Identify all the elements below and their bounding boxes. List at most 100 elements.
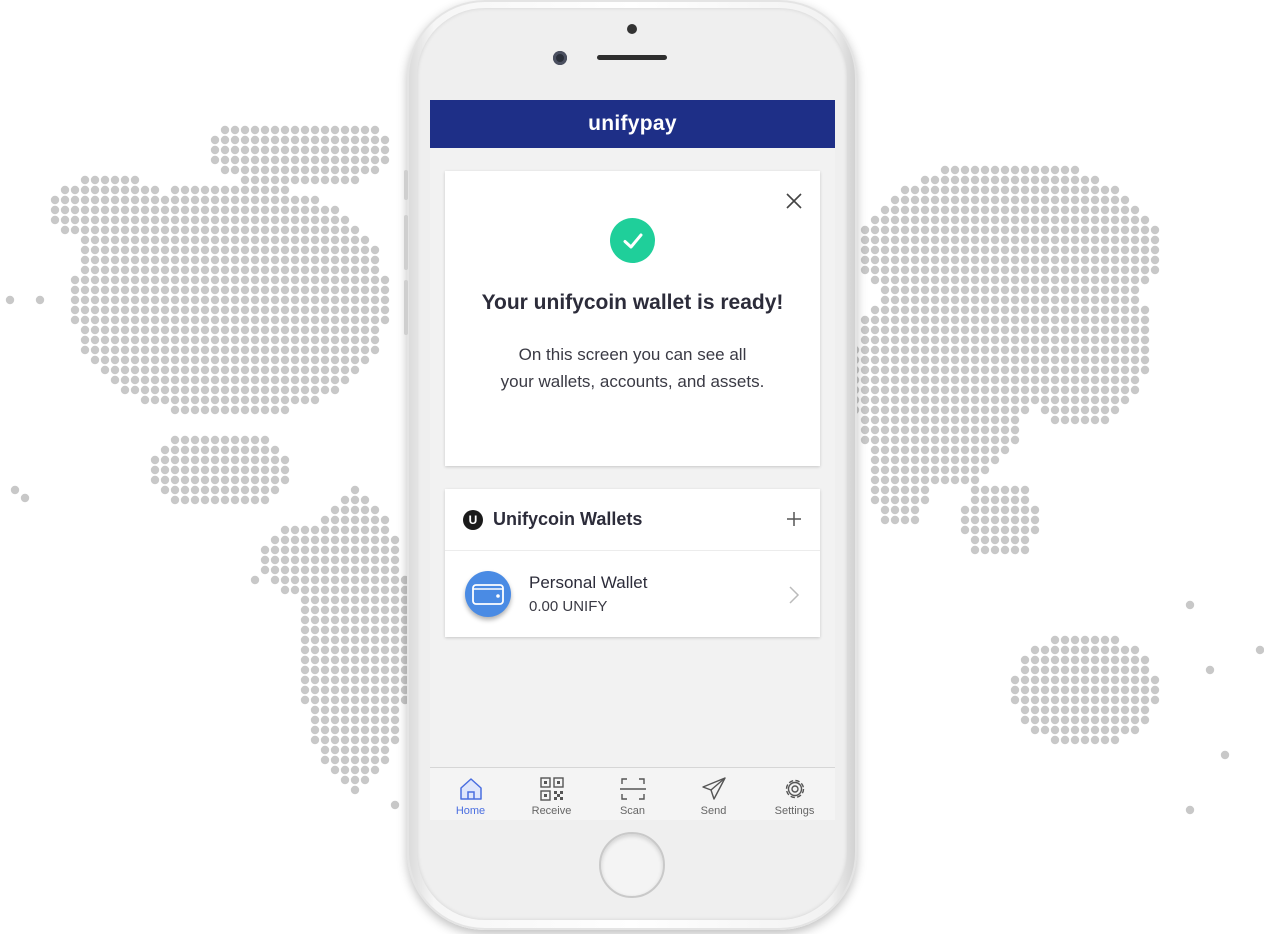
map-dot (1050, 645, 1060, 655)
map-dot (1130, 375, 1140, 385)
map-dot (1010, 285, 1020, 295)
map-dot (90, 315, 100, 325)
map-dot (1040, 325, 1050, 335)
map-dot (350, 665, 360, 675)
map-dot (900, 515, 910, 525)
map-dot (320, 205, 330, 215)
map-dot (310, 305, 320, 315)
map-dot (350, 365, 360, 375)
map-dot (900, 455, 910, 465)
map-dot (300, 195, 310, 205)
map-dot (1060, 645, 1070, 655)
map-dot (1080, 655, 1090, 665)
map-dot (890, 215, 900, 225)
map-dot (1130, 305, 1140, 315)
map-dot (900, 205, 910, 215)
close-icon[interactable] (784, 191, 804, 211)
map-dot (930, 475, 940, 485)
map-dot (870, 255, 880, 265)
map-dot (310, 295, 320, 305)
map-dot (170, 245, 180, 255)
volume-up-button (404, 215, 408, 270)
map-dot (1040, 375, 1050, 385)
nav-receive[interactable]: Receive (511, 768, 592, 820)
map-dot (930, 215, 940, 225)
map-dot (900, 405, 910, 415)
map-dot (210, 465, 220, 475)
map-dot (1040, 205, 1050, 215)
map-dot (980, 285, 990, 295)
map-dot (1100, 395, 1110, 405)
wallet-list-item[interactable]: Personal Wallet 0.00 UNIFY (445, 551, 820, 637)
map-dot (320, 155, 330, 165)
map-dot (110, 175, 120, 185)
map-dot (50, 195, 60, 205)
map-dot (1070, 295, 1080, 305)
map-dot (90, 325, 100, 335)
map-dot (170, 305, 180, 315)
map-dot (1010, 485, 1020, 495)
map-dot (360, 525, 370, 535)
map-dot (910, 345, 920, 355)
map-dot (190, 185, 200, 195)
home-hardware-button[interactable] (599, 832, 665, 898)
map-dot (1030, 675, 1040, 685)
map-dot (1120, 695, 1130, 705)
map-dot (340, 375, 350, 385)
map-dot (330, 375, 340, 385)
map-dot (1120, 205, 1130, 215)
map-dot (110, 375, 120, 385)
map-dot (970, 245, 980, 255)
map-dot (1140, 365, 1150, 375)
map-dot (200, 325, 210, 335)
map-dot (940, 335, 950, 345)
map-dot (1150, 235, 1160, 245)
map-dot (1000, 395, 1010, 405)
map-dot (380, 735, 390, 745)
map-dot (950, 435, 960, 445)
map-dot (310, 265, 320, 275)
map-dot (300, 525, 310, 535)
map-dot (340, 625, 350, 635)
nav-home[interactable]: Home (430, 768, 511, 820)
map-dot (210, 215, 220, 225)
map-dot (270, 135, 280, 145)
map-dot (150, 315, 160, 325)
map-dot (910, 405, 920, 415)
map-dot (280, 345, 290, 355)
map-dot (230, 395, 240, 405)
map-dot (930, 355, 940, 365)
map-dot (240, 205, 250, 215)
map-dot (190, 245, 200, 255)
map-dot (190, 195, 200, 205)
map-dot (910, 375, 920, 385)
map-dot (1000, 165, 1010, 175)
map-dot (1130, 325, 1140, 335)
map-dot (150, 475, 160, 485)
plus-icon[interactable] (784, 509, 804, 529)
map-dot (260, 385, 270, 395)
nav-scan[interactable]: Scan (592, 768, 673, 820)
map-dot (350, 735, 360, 745)
nav-settings[interactable]: Settings (754, 768, 835, 820)
map-dot (910, 275, 920, 285)
map-dot (330, 575, 340, 585)
map-dot (970, 265, 980, 275)
map-dot (910, 445, 920, 455)
map-dot (380, 545, 390, 555)
map-dot (220, 345, 230, 355)
map-dot (950, 285, 960, 295)
map-dot (1050, 375, 1060, 385)
map-dot (960, 455, 970, 465)
map-dot (340, 155, 350, 165)
map-dot (80, 175, 90, 185)
map-dot (250, 125, 260, 135)
map-dot (280, 525, 290, 535)
map-dot (1110, 355, 1120, 365)
nav-send[interactable]: Send (673, 768, 754, 820)
map-dot (180, 385, 190, 395)
map-dot (1030, 665, 1040, 675)
map-dot (1100, 325, 1110, 335)
map-dot (300, 645, 310, 655)
map-dot (290, 285, 300, 295)
